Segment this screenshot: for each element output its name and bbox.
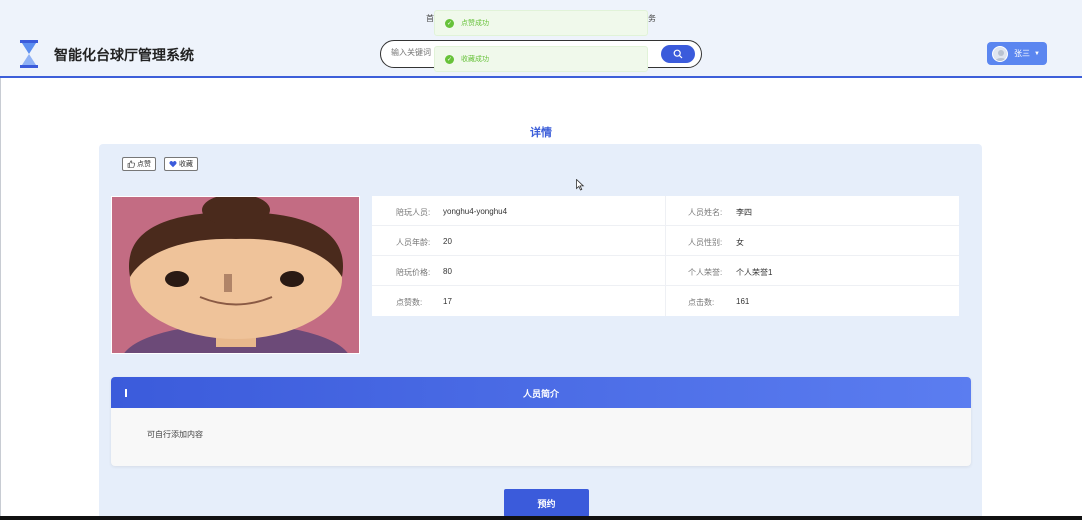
table-row: 人员年龄: 20 人员性别: 女 (372, 226, 959, 256)
intro-title: 人员简介 (522, 389, 559, 399)
toast-text: 收藏成功 (461, 56, 489, 63)
heart-icon (169, 161, 177, 168)
field-label: 点赞数: (396, 298, 423, 307)
page-left-border (0, 78, 1, 520)
field-label: 人员年龄: (396, 238, 431, 247)
avatar (992, 45, 1008, 62)
thumbs-up-icon (127, 160, 135, 168)
field-label: 个人荣誉: (688, 268, 723, 277)
book-button[interactable]: 预约 (504, 489, 589, 517)
toast-favorite-success: ✓ 收藏成功 (434, 46, 648, 72)
table-row: 陪玩人员: yonghu4-yonghu4 人员姓名: 李四 (372, 196, 959, 226)
table-row: 点赞数: 17 点击数: 161 (372, 286, 959, 316)
field-value: 女 (736, 238, 744, 247)
field-label: 陪玩人员: (396, 208, 431, 217)
table-row: 陪玩价格: 80 个人荣誉: 个人荣誉1 (372, 256, 959, 286)
field-label: 陪玩价格: (396, 268, 431, 277)
favorite-button[interactable]: 收藏 (164, 157, 198, 171)
field-value: yonghu4-yonghu4 (443, 207, 508, 216)
field-label: 点击数: (688, 298, 715, 307)
field-value: 80 (443, 267, 452, 276)
info-table: 陪玩人员: yonghu4-yonghu4 人员姓名: 李四 人员年龄: 20 … (372, 196, 959, 316)
toast-like-success: ✓ 点赞成功 (434, 10, 648, 36)
check-circle-icon: ✓ (445, 54, 454, 64)
check-circle-icon: ✓ (445, 18, 454, 28)
site-title: 智能化台球厅管理系统 (54, 47, 194, 63)
toast-text: 点赞成功 (461, 20, 489, 27)
like-button[interactable]: 点赞 (122, 157, 156, 171)
mouse-cursor-icon (576, 179, 585, 191)
field-label: 人员姓名: (688, 208, 723, 217)
bottom-strip (0, 516, 1082, 520)
user-name: 张三 (1014, 49, 1030, 58)
field-label: 人员性别: (688, 238, 723, 247)
hourglass-logo-icon (20, 40, 38, 68)
like-label: 点赞 (137, 161, 151, 168)
field-value: 20 (443, 237, 452, 246)
page-title: 详情 (530, 127, 552, 139)
user-avatar-icon (995, 49, 1007, 61)
portrait-image (112, 197, 359, 353)
search-icon (673, 49, 683, 59)
field-value: 个人荣誉1 (736, 268, 773, 277)
field-value: 161 (736, 297, 750, 306)
chevron-down-icon: ▼ (1034, 50, 1040, 57)
field-value: 李四 (736, 208, 752, 217)
intro-panel: 人员简介 可自行添加内容 (111, 377, 971, 466)
nav-item-service-fragment[interactable]: 务 (648, 13, 656, 24)
search-button[interactable] (661, 45, 695, 63)
user-menu-button[interactable]: 张三 ▼ (987, 42, 1047, 65)
companion-photo (111, 196, 360, 354)
field-value: 17 (443, 297, 452, 306)
nav-item-home-fragment[interactable]: 首 (426, 13, 434, 24)
intro-header: 人员简介 (111, 377, 971, 408)
intro-text: 可自行添加内容 (147, 430, 203, 439)
favorite-label: 收藏 (179, 161, 193, 168)
